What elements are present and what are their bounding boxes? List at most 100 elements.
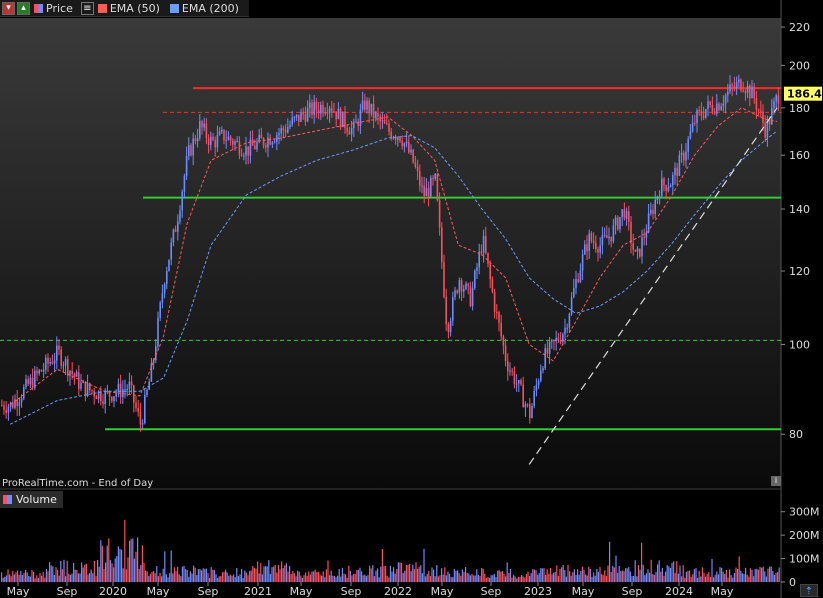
- volume-bar: [516, 578, 518, 582]
- price-candle: [348, 131, 351, 135]
- price-candle: [700, 110, 703, 116]
- volume-bar: [394, 573, 396, 582]
- price-candle: [562, 334, 564, 343]
- list-icon[interactable]: ≡: [80, 1, 94, 15]
- volume-bar: [645, 573, 647, 582]
- price-candle: [760, 110, 762, 112]
- price-candle: [610, 236, 612, 242]
- volume-bar: [92, 573, 94, 582]
- volume-bar: [311, 571, 313, 582]
- price-candle: [705, 108, 707, 118]
- volume-bar: [250, 570, 252, 582]
- price-candle: [746, 85, 749, 93]
- x-tick-label: 2021: [244, 585, 272, 598]
- last-price-label: 186.43: [787, 88, 823, 101]
- volume-bar: [610, 572, 612, 582]
- volume-bar: [183, 565, 185, 582]
- price-candle: [247, 146, 249, 156]
- volume-bar: [621, 570, 623, 582]
- volume-bar: [178, 574, 180, 582]
- volume-bar: [45, 568, 47, 582]
- ema200-legend-label[interactable]: EMA (200): [182, 2, 239, 15]
- volume-bar: [703, 572, 705, 582]
- volume-bar: [180, 576, 182, 582]
- volume-bar: [578, 574, 580, 582]
- volume-legend-label[interactable]: Volume: [16, 493, 57, 506]
- volume-swatch-icon: [3, 495, 12, 504]
- price-candle: [260, 134, 263, 139]
- price-candle: [313, 101, 315, 115]
- volume-tick-label: 100M: [789, 553, 820, 566]
- volume-bar: [503, 573, 505, 582]
- volume-bar: [100, 540, 102, 582]
- volume-bar: [418, 566, 420, 582]
- price-candle: [601, 235, 604, 246]
- volume-bar: [425, 576, 427, 582]
- volume-bar: [199, 569, 201, 582]
- price-candle: [634, 249, 637, 252]
- price-candle: [471, 287, 474, 307]
- y-tick-label: 140: [789, 203, 810, 216]
- expand-panel-icon[interactable]: ⇡: [800, 584, 818, 597]
- price-candle: [115, 392, 117, 397]
- price-candle: [650, 209, 652, 214]
- volume-bar: [305, 572, 307, 582]
- volume-bar: [186, 569, 188, 582]
- volume-bar: [415, 562, 417, 582]
- volume-bar: [658, 560, 660, 582]
- price-candle: [592, 241, 595, 243]
- price-candle: [229, 136, 232, 141]
- volume-bar: [561, 567, 563, 582]
- volume-bar: [111, 563, 113, 582]
- x-tick-label: May: [711, 585, 734, 598]
- volume-bar: [684, 577, 686, 582]
- volume-bar: [426, 574, 428, 582]
- price-candle: [515, 383, 518, 385]
- volume-bar: [482, 568, 484, 582]
- volume-bar: [442, 574, 444, 582]
- price-candle: [733, 86, 736, 88]
- volume-bar: [468, 573, 470, 582]
- volume-bar: [229, 574, 231, 582]
- volume-bar: [548, 573, 550, 582]
- price-candle: [513, 371, 516, 385]
- volume-bar: [98, 566, 100, 582]
- price-candle: [364, 100, 366, 110]
- volume-bar: [273, 566, 275, 582]
- volume-bar: [767, 568, 769, 582]
- volume-bar: [258, 573, 260, 582]
- volume-bar: [133, 558, 135, 582]
- price-candle: [647, 213, 650, 233]
- price-candle: [7, 406, 10, 413]
- volume-bar: [770, 566, 772, 582]
- info-icon[interactable]: i: [771, 476, 781, 486]
- volume-bar: [260, 563, 262, 582]
- price-candle: [529, 404, 531, 418]
- price-candle: [533, 390, 535, 406]
- price-candle: [469, 285, 472, 307]
- volume-bar: [569, 571, 571, 582]
- price-candle: [496, 311, 498, 313]
- volume-bar: [580, 570, 582, 582]
- volume-bar: [436, 565, 438, 582]
- price-candle: [232, 140, 234, 145]
- volume-bar: [717, 574, 719, 582]
- price-candle: [555, 337, 557, 342]
- volume-bar: [220, 576, 222, 582]
- volume-bar: [772, 571, 774, 582]
- volume-bar: [74, 569, 76, 582]
- price-candle: [564, 327, 566, 335]
- add-indicator-icon[interactable]: ▴: [17, 1, 30, 15]
- volume-bar: [511, 577, 513, 582]
- volume-bar: [589, 568, 591, 582]
- price-candle: [498, 312, 500, 323]
- price-candle: [436, 173, 439, 201]
- price-candle: [537, 380, 540, 386]
- ema50-legend-label[interactable]: EMA (50): [110, 2, 160, 15]
- collapse-icon[interactable]: ▾: [2, 1, 15, 15]
- price-candle: [205, 123, 208, 139]
- volume-bar: [730, 575, 732, 582]
- price-candle: [403, 143, 406, 147]
- price-legend-label[interactable]: Price: [46, 2, 73, 15]
- price-candle: [192, 138, 194, 156]
